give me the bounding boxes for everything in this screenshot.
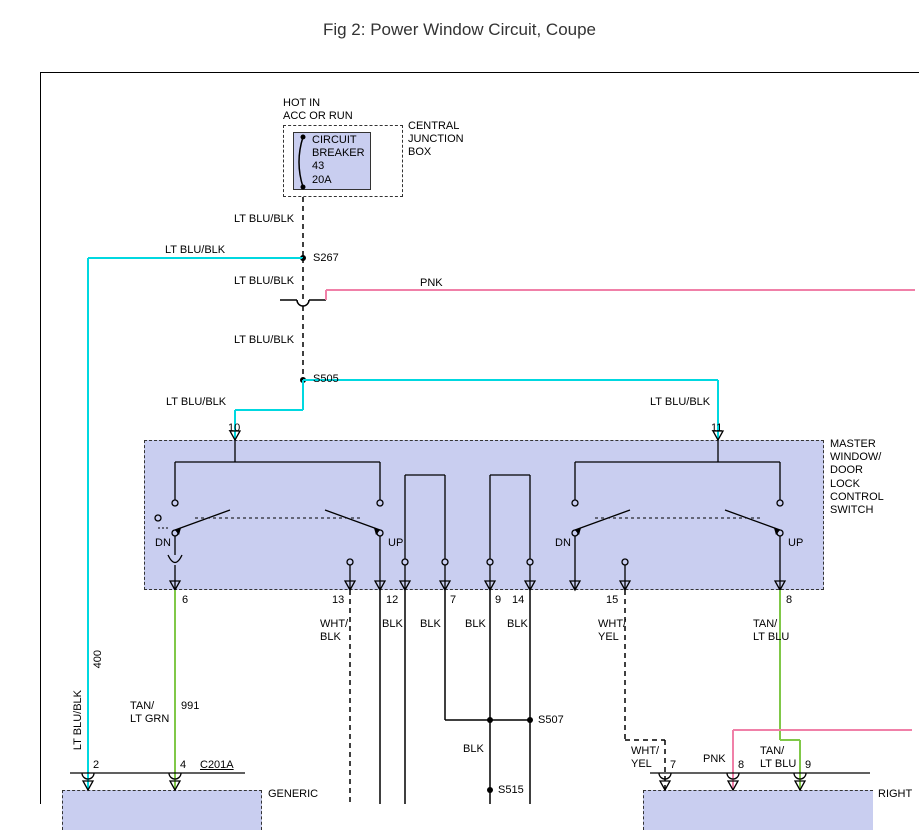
pnk-wire-1: PNK: [420, 277, 443, 290]
wht-yel2-label: WHT/ YEL: [631, 745, 659, 771]
pin6-label: 6: [182, 594, 188, 607]
ltblu-blk-wire-top: LT BLU/BLK: [165, 244, 225, 257]
ltblu-blk-wire-1: LT BLU/BLK: [234, 213, 294, 226]
wht-yel1-label: WHT/ YEL: [598, 618, 626, 644]
up2-label: UP: [788, 537, 803, 550]
blk1-label: BLK: [382, 618, 403, 631]
pin4b-label: 4: [180, 759, 186, 772]
wht-blk-label: WHT/ BLK: [320, 618, 348, 644]
pin13-label: 13: [332, 594, 344, 607]
pin8-label: 8: [786, 594, 792, 607]
ltblu-blk-wire-5: LT BLU/BLK: [650, 396, 710, 409]
blk3-label: BLK: [465, 618, 486, 631]
pin2b-label: 2: [93, 759, 99, 772]
up1-label: UP: [388, 537, 403, 550]
ltblu-blk-vertical: LT BLU/BLK: [72, 690, 85, 750]
s515-label: S515: [498, 784, 524, 797]
num-991-label: 991: [181, 700, 199, 713]
blk5-label: BLK: [463, 743, 484, 756]
s267-label: S267: [313, 252, 339, 265]
pin14-label: 14: [512, 594, 524, 607]
master-switch-label: MASTER WINDOW/ DOOR LOCK CONTROL SWITCH: [830, 438, 884, 517]
right-label: RIGHT: [878, 788, 912, 801]
pin15-label: 15: [606, 594, 618, 607]
num-400-label: 400: [92, 650, 105, 668]
pnk2-label: PNK: [703, 753, 726, 766]
pin7-label: 7: [450, 594, 456, 607]
blk4-label: BLK: [507, 618, 528, 631]
ltblu-blk-wire-2: LT BLU/BLK: [234, 275, 294, 288]
pin10-label: 10: [228, 422, 240, 435]
circuit-breaker-label: CIRCUIT BREAKER 43 20A: [312, 134, 365, 187]
dn2-label: DN: [555, 537, 571, 550]
s507-label: S507: [538, 714, 564, 727]
central-junction-label: CENTRAL JUNCTION BOX: [408, 120, 464, 160]
pin8b-label: 8: [738, 759, 744, 772]
dn1-label: DN: [155, 537, 171, 550]
pin11-label: 11: [711, 422, 722, 435]
ltblu-blk-wire-4: LT BLU/BLK: [166, 396, 226, 409]
s505-label: S505: [313, 373, 339, 386]
c201a-label: C201A: [200, 759, 234, 772]
hot-in-label: HOT IN ACC OR RUN: [283, 97, 353, 123]
tan-ltblu1-label: TAN/ LT BLU: [753, 618, 789, 644]
tan-ltblu2-label: TAN/ LT BLU: [760, 745, 796, 771]
pin9b-label: 9: [805, 759, 811, 772]
generic-label: GENERIC: [268, 788, 318, 801]
ltblu-blk-wire-3: LT BLU/BLK: [234, 334, 294, 347]
pin7b-label: 7: [670, 759, 676, 772]
blk2-label: BLK: [420, 618, 441, 631]
pin12-label: 12: [386, 594, 398, 607]
pin9-label: 9: [495, 594, 501, 607]
tan-ltgrn-label: TAN/ LT GRN: [130, 700, 169, 726]
